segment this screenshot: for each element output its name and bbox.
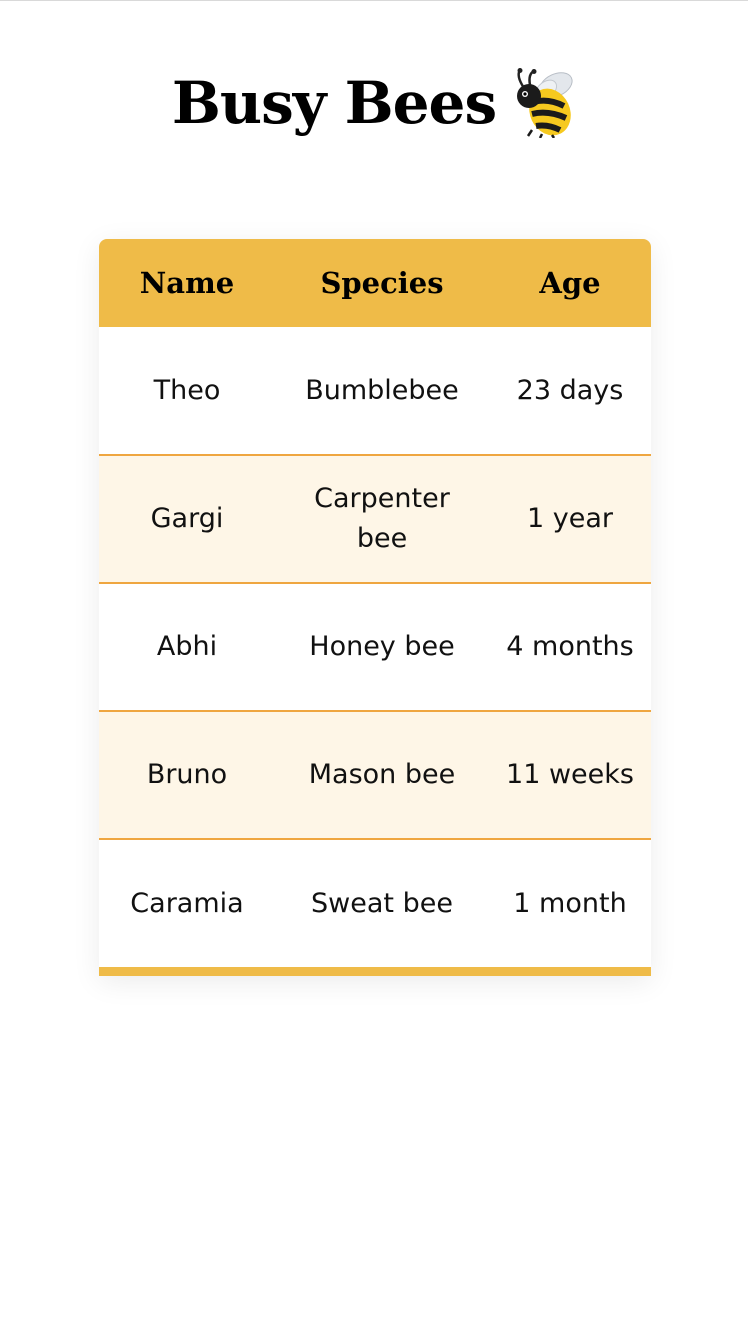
bees-table-card: Name Species Age Theo Bumblebee 23 days … [99,239,651,976]
table-row: Gargi Carpenter bee 1 year [99,455,651,583]
cell-species: Carpenter bee [314,483,450,554]
column-header-name: Name [139,266,235,300]
column-header-age: Age [539,266,601,300]
page-title: Busy Bees [171,69,497,137]
cell-age: 4 months [506,631,634,662]
cell-age: 1 month [513,887,627,919]
page-header: Busy Bees [0,65,748,141]
table-header-row: Name Species Age [99,239,651,327]
cell-age: 11 weeks [506,759,634,790]
cell-age: 1 year [527,503,613,534]
cell-age: 23 days [516,374,624,406]
table-header: Name Species Age [99,239,651,327]
cell-species: Mason bee [308,759,456,790]
table-body: Theo Bumblebee 23 days Gargi Carpenter b… [99,327,651,967]
cell-name: Theo [153,374,221,406]
cell-species: Honey bee [309,631,455,662]
table-row: Caramia Sweat bee 1 month [99,839,651,967]
cell-name: Gargi [150,503,224,534]
table-row: Bruno Mason bee 11 weeks [99,711,651,839]
table-row: Theo Bumblebee 23 days [99,327,651,455]
column-header-species: Species [320,266,444,300]
bee-icon [510,68,576,139]
bees-table: Name Species Age Theo Bumblebee 23 days … [99,239,651,967]
table-footer-bar [99,967,651,976]
table-row: Abhi Honey bee 4 months [99,583,651,711]
cell-name: Caramia [130,887,244,919]
cell-name: Abhi [156,631,218,662]
cell-species: Bumblebee [305,374,459,406]
cell-name: Bruno [146,759,228,790]
cell-species: Sweat bee [311,887,453,919]
